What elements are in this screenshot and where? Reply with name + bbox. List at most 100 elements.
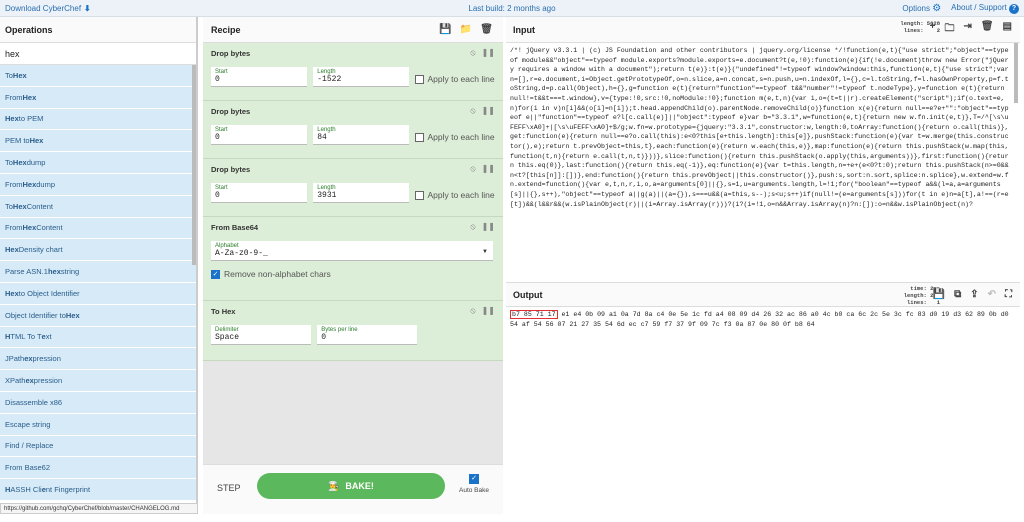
disable-icon[interactable]: ⦸ — [470, 222, 475, 232]
recipe-op-drop-bytes-1[interactable]: Drop bytes ⦸ ❚❚ Start 0 Length -1522 Apply … — [203, 43, 503, 101]
operation-item[interactable]: Find / Replace — [0, 435, 196, 458]
open-file-icon[interactable]: ⇥ — [963, 21, 971, 38]
bake-bar: STEP 👨‍🍳 BAKE! ✓ Auto Bake — [203, 464, 503, 514]
operation-item[interactable]: H TML To Te xt — [0, 326, 196, 349]
operation-item[interactable]: From Hex Content — [0, 217, 196, 240]
check-icon: ✓ — [211, 269, 220, 279]
operation-item[interactable]: Object Identifier to Hex — [0, 304, 196, 327]
disable-icon[interactable]: ⦸ — [470, 106, 475, 116]
recipe-header: Recipe 💾 📁 🗑 — [203, 17, 503, 43]
apply-each-line-checkbox[interactable]: Apply to each line — [415, 190, 495, 200]
length-field[interactable]: Length 3931 — [313, 183, 410, 203]
auto-bake-checkbox[interactable]: ✓ Auto Bake — [459, 474, 489, 494]
undo-icon[interactable]: ↶ — [988, 289, 996, 300]
input-scrollbar[interactable] — [1014, 43, 1018, 103]
output-header: Output time: 2ms length: 203 lines: 1 💾 … — [506, 283, 1020, 307]
replace-input-icon[interactable]: ⇪ — [970, 289, 978, 300]
operation-item[interactable]: Hex Density chart — [0, 239, 196, 262]
recipe-op-from-base64[interactable]: From Base64 ⦸ ❚❚ Alphabet A-Za-z0-9-_ ▼ ✓ R… — [203, 217, 503, 301]
bake-button[interactable]: 👨‍🍳 BAKE! — [257, 473, 445, 499]
gear-icon: ⚙ — [932, 2, 942, 14]
op-title: Drop bytes — [211, 165, 251, 174]
operation-item[interactable]: XPath ex pression — [0, 370, 196, 392]
recipe-op-to-hex[interactable]: To Hex ⦸ ❚❚ Delimiter Space Bytes per line… — [203, 301, 503, 361]
open-folder-icon[interactable]: 🗀 — [944, 21, 954, 38]
folder-icon[interactable]: 📁 — [460, 24, 472, 35]
operation-item[interactable]: To Hex — [0, 65, 196, 87]
operation-item[interactable]: PEM to Hex — [0, 130, 196, 153]
bytes-per-line-field[interactable]: Bytes per line 0 — [317, 325, 418, 345]
about-button[interactable]: About / Support ? — [951, 3, 1019, 14]
trash-icon[interactable]: 🗑 — [480, 24, 493, 35]
alphabet-select[interactable]: Alphabet A-Za-z0-9-_ ▼ — [211, 241, 493, 261]
operation-item[interactable]: Hex to PEM — [0, 108, 196, 131]
operation-item[interactable]: Escape string — [0, 413, 196, 436]
operation-item[interactable]: Parse ASN.1 hex string — [0, 261, 196, 283]
options-button[interactable]: Options ⚙ — [902, 3, 941, 14]
operation-item[interactable]: From Hex — [0, 86, 196, 109]
output-highlight: b7 85 71 17 — [510, 310, 558, 319]
pause-icon[interactable]: ❚❚ — [482, 48, 495, 58]
operation-item[interactable]: Disassemble x86 — [0, 391, 196, 414]
length-field[interactable]: Length -1522 — [313, 67, 410, 87]
output-text: e1 e4 0b 09 a1 0a 7d 8a c4 0e 5e 1c fd a… — [510, 311, 1013, 328]
save-output-icon[interactable]: 💾 — [933, 289, 945, 300]
operation-item[interactable]: From Base62 — [0, 457, 196, 480]
input-title: Input — [513, 24, 535, 35]
input-header: Input length: 5628 lines: 2 + 🗀 ⇥ 🗑 ▤ — [506, 17, 1020, 43]
operation-item[interactable]: To Hex Content — [0, 195, 196, 218]
operation-item[interactable]: To Hex dump — [0, 152, 196, 174]
operation-search-input[interactable]: hex — [0, 43, 196, 65]
op-title: From Base64 — [211, 223, 259, 232]
op-title: To Hex — [211, 307, 236, 316]
recipe-op-drop-bytes-3[interactable]: Drop bytes ⦸ ❚❚ Start 0 Length 3931 Apply t… — [203, 159, 503, 217]
pause-icon[interactable]: ❚❚ — [482, 164, 495, 174]
help-icon: ? — [1009, 3, 1019, 14]
clear-input-icon[interactable]: 🗑 — [981, 21, 994, 38]
disable-icon[interactable]: ⦸ — [470, 48, 475, 58]
copy-icon[interactable]: ⧉ — [954, 289, 961, 300]
add-tab-icon[interactable]: + — [930, 21, 936, 38]
operation-item[interactable]: JPath ex pression — [0, 348, 196, 371]
layout-icon[interactable]: ▤ — [1003, 21, 1012, 38]
status-url: https://github.com/gchq/CyberChef/blob/m… — [0, 503, 198, 514]
start-field[interactable]: Start 0 — [211, 183, 307, 203]
input-textarea[interactable]: /*! jQuery v3.3.1 | (c) JS Foundation an… — [506, 43, 1020, 283]
chef-icon: 👨‍🍳 — [328, 480, 340, 491]
recipe-op-drop-bytes-2[interactable]: Drop bytes ⦸ ❚❚ Start 0 Length 84 Apply to … — [203, 101, 503, 159]
top-bar: Download CyberChef ⬇ Last build: 2 months… — [0, 0, 1024, 17]
save-icon[interactable]: 💾 — [439, 24, 451, 35]
operation-item[interactable]: H ASSH Cli e nt Fingerprint — [0, 479, 196, 501]
disable-icon[interactable]: ⦸ — [470, 164, 475, 174]
operations-header: Operations — [0, 17, 196, 43]
operations-list: To Hex From Hex Hex to PEM PEM to Hex To Hex… — [0, 65, 196, 501]
apply-each-line-checkbox[interactable]: Apply to each line — [415, 132, 495, 142]
maximize-icon[interactable]: ⛶ — [1005, 289, 1012, 300]
step-button[interactable]: STEP — [217, 483, 241, 493]
last-build-link[interactable]: Last build: 2 months ago — [0, 4, 1024, 13]
pause-icon[interactable]: ❚❚ — [482, 306, 495, 316]
apply-each-line-checkbox[interactable]: Apply to each line — [415, 74, 495, 84]
pause-icon[interactable]: ❚❚ — [482, 106, 495, 116]
start-field[interactable]: Start 0 — [211, 67, 307, 87]
op-title: Drop bytes — [211, 107, 251, 116]
chevron-down-icon: ▼ — [482, 249, 488, 255]
delimiter-select[interactable]: Delimiter Space — [211, 325, 311, 345]
disable-icon[interactable]: ⦸ — [470, 306, 475, 316]
operations-panel: Operations hex To Hex From Hex Hex to PEM P… — [0, 17, 198, 514]
op-title: Drop bytes — [211, 49, 251, 58]
io-panel: Input length: 5628 lines: 2 + 🗀 ⇥ 🗑 ▤ /*… — [506, 17, 1020, 514]
recipe-title: Recipe — [211, 24, 241, 35]
output-title: Output — [513, 289, 543, 300]
operation-item[interactable]: Hex to Object Identifier — [0, 282, 196, 305]
recipe-panel: Recipe 💾 📁 🗑 Drop bytes ⦸ ❚❚ Start 0 Lengt… — [203, 17, 503, 514]
input-text[interactable]: /*! jQuery v3.3.1 | (c) JS Foundation an… — [506, 43, 1020, 283]
length-field[interactable]: Length 84 — [313, 125, 410, 145]
operations-scrollbar[interactable] — [192, 65, 196, 265]
operation-item[interactable]: From Hex dump — [0, 173, 196, 196]
check-icon: ✓ — [469, 474, 479, 484]
output-textarea[interactable]: b7 85 71 17 e1 e4 0b 09 a1 0a 7d 8a c4 0… — [506, 307, 1020, 507]
start-field[interactable]: Start 0 — [211, 125, 307, 145]
remove-non-alphabet-checkbox[interactable]: ✓ Remove non-alphabet chars — [211, 269, 495, 279]
pause-icon[interactable]: ❚❚ — [482, 222, 495, 232]
